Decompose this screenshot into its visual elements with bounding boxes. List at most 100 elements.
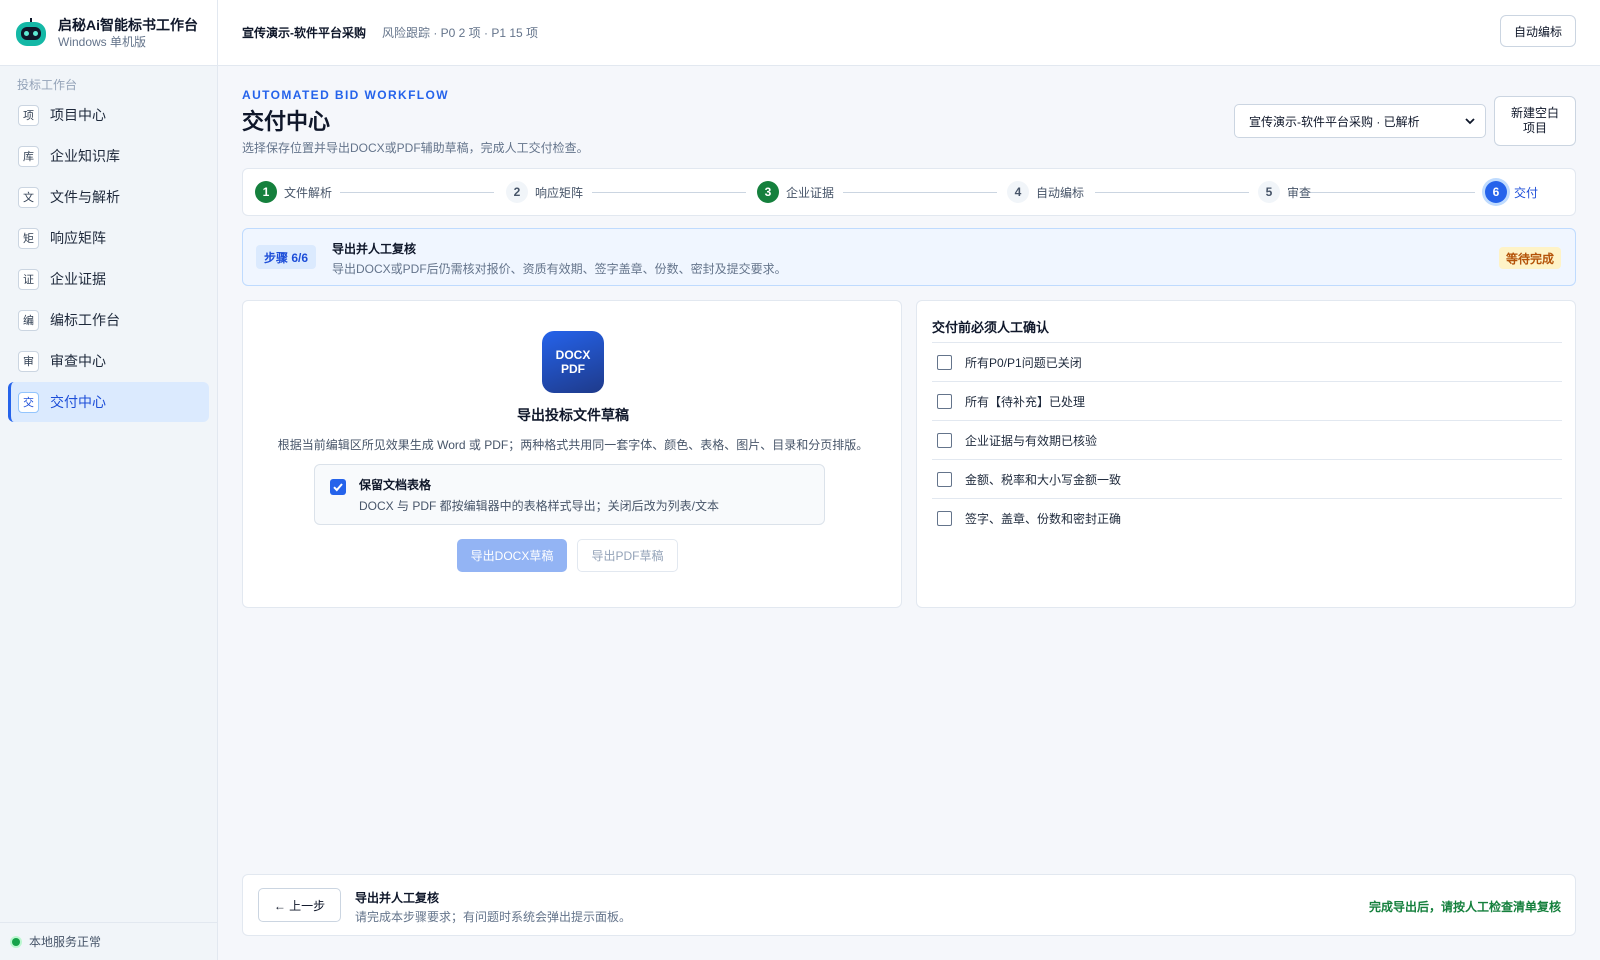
step-label: 交付 — [1514, 185, 1539, 200]
step-label: 自动编标 — [1036, 185, 1085, 200]
checklist: 所有P0/P1问题已关闭 所有【待补充】已处理 企业证据与有效期已核验 金额、税… — [932, 342, 1562, 538]
new-blank-project-button[interactable]: 新建空白项目 — [1494, 96, 1576, 146]
footer-description: 请完成本步骤要求；有问题时系统会弹出提示面板。 — [355, 910, 632, 924]
step-enterprise-evidence[interactable]: 3 企业证据 — [757, 181, 834, 203]
brand: 启秘Ai智能标书工作台 Windows 单机版 — [0, 0, 217, 66]
step-review[interactable]: 5 审查 — [1258, 181, 1311, 203]
step-chip: 步骤 6/6 — [256, 245, 317, 269]
current-project-name: 宣传演示-软件平台采购 — [242, 26, 366, 40]
sidebar-item-enterprise-evidence[interactable]: 证 企业证据 — [8, 259, 209, 299]
checkbox[interactable] — [937, 432, 952, 448]
checkbox[interactable] — [937, 471, 952, 487]
step-file-parsing[interactable]: 1 文件解析 — [255, 181, 332, 203]
checkbox[interactable] — [937, 511, 952, 526]
robot-logo-icon — [16, 17, 46, 48]
checklist-item-label: 所有【待补充】已处理 — [965, 394, 1086, 409]
sidebar-item-label: 审查中心 — [50, 353, 106, 369]
sidebar-item-project-center[interactable]: 项 项目中心 — [8, 95, 209, 135]
keep-tables-description: DOCX 与 PDF 都按编辑器中的表格样式导出；关闭后改为列表/文本 — [359, 499, 720, 513]
project-select[interactable]: 宣传演示-软件平台采购 · 已解析 — [1234, 104, 1486, 138]
checklist-item-label: 金额、税率和大小写金额一致 — [965, 472, 1122, 487]
sidebar-item-label: 交付中心 — [50, 394, 106, 410]
checkbox[interactable] — [937, 354, 952, 370]
checkbox[interactable] — [937, 393, 952, 409]
checklist-item[interactable]: 企业证据与有效期已核验 — [932, 421, 1562, 460]
docx-pdf-file-icon: DOCX PDF — [542, 331, 604, 393]
export-docx-button[interactable]: 导出DOCX草稿 — [457, 539, 567, 572]
sidebar: 启秘Ai智能标书工作台 Windows 单机版 投标工作台 项 项目中心 库 企… — [0, 0, 218, 960]
step-number: 5 — [1258, 181, 1280, 203]
step-label: 响应矩阵 — [535, 185, 584, 200]
sidebar-item-files-parsing[interactable]: 文 文件与解析 — [8, 177, 209, 217]
checklist-item[interactable]: 签字、盖章、份数和密封正确 — [932, 499, 1562, 538]
status-dot-icon — [12, 937, 20, 946]
checklist-item[interactable]: 所有P0/P1问题已关闭 — [932, 343, 1562, 382]
auto-edit-button[interactable]: 自动编标 — [1499, 15, 1576, 47]
checklist-item[interactable]: 金额、税率和大小写金额一致 — [932, 460, 1562, 499]
keep-tables-label: 保留文档表格 — [359, 478, 432, 492]
app-title: 启秘Ai智能标书工作台 — [58, 16, 198, 33]
banner-description: 导出DOCX或PDF后仍需核对报价、资质有效期、签字盖章、份数、密封及提交要求。 — [332, 262, 787, 276]
check-icon — [333, 483, 343, 492]
nav-badge-icon: 文 — [18, 186, 39, 208]
keep-tables-checkbox[interactable] — [330, 479, 346, 495]
sidebar-item-label: 企业知识库 — [50, 148, 120, 164]
step-number: 4 — [1007, 181, 1029, 203]
step-connector — [340, 192, 494, 193]
step-number: 2 — [506, 181, 528, 203]
step-footer: ← 上一步 导出并人工复核 请完成本步骤要求；有问题时系统会弹出提示面板。 完成… — [242, 874, 1576, 936]
nav-badge-icon: 项 — [18, 104, 39, 126]
checklist-item-label: 所有P0/P1问题已关闭 — [965, 355, 1082, 370]
nav-badge-icon: 证 — [18, 268, 39, 290]
nav-section-label: 投标工作台 — [17, 78, 78, 92]
sidebar-item-delivery-center[interactable]: 交 交付中心 — [8, 382, 209, 422]
export-card: DOCX PDF 导出投标文件草稿 根据当前编辑区所见效果生成 Word 或 P… — [242, 300, 902, 608]
step-connector — [1095, 192, 1249, 193]
step-number: 6 — [1485, 181, 1507, 203]
step-number: 1 — [255, 181, 277, 203]
file-icon-text: PDF — [561, 362, 585, 376]
footer-title: 导出并人工复核 — [355, 891, 440, 905]
step-banner: 步骤 6/6 导出并人工复核 导出DOCX或PDF后仍需核对报价、资质有效期、签… — [242, 228, 1576, 286]
sidebar-item-review-center[interactable]: 审 审查中心 — [8, 341, 209, 381]
nav-badge-icon: 矩 — [18, 227, 39, 249]
status-badge: 等待完成 — [1498, 247, 1561, 269]
step-connector — [843, 192, 997, 193]
footer-hint: 完成导出后，请按人工检查清单复核 — [1368, 900, 1561, 914]
checklist-card: 交付前必须人工确认 所有P0/P1问题已关闭 所有【待补充】已处理 企业证据与有… — [916, 300, 1576, 608]
sidebar-item-label: 文件与解析 — [50, 189, 120, 205]
step-response-matrix[interactable]: 2 响应矩阵 — [506, 181, 583, 203]
sidebar-item-label: 项目中心 — [50, 107, 106, 123]
step-auto-edit[interactable]: 4 自动编标 — [1007, 181, 1084, 203]
service-status: 本地服务正常 — [0, 922, 217, 960]
sidebar-item-editing-workbench[interactable]: 编 编标工作台 — [8, 300, 209, 340]
page-description: 选择保存位置并导出DOCX或PDF辅助草稿，完成人工交付检查。 — [242, 141, 589, 155]
export-title: 导出投标文件草稿 — [517, 407, 629, 423]
app-subtitle: Windows 单机版 — [58, 34, 147, 49]
nav-badge-icon: 库 — [18, 145, 39, 167]
chevron-down-icon — [1465, 118, 1475, 125]
nav-badge-icon: 审 — [18, 350, 39, 372]
step-connector — [592, 192, 746, 193]
checklist-title: 交付前必须人工确认 — [932, 320, 1050, 335]
sidebar-item-response-matrix[interactable]: 矩 响应矩阵 — [8, 218, 209, 258]
export-description: 根据当前编辑区所见效果生成 Word 或 PDF；两种格式共用同一套字体、颜色、… — [277, 438, 869, 452]
page-title: 交付中心 — [242, 109, 331, 134]
step-label: 企业证据 — [786, 185, 835, 200]
step-delivery[interactable]: 6 交付 — [1485, 181, 1538, 203]
workflow-stepper: 1 文件解析 2 响应矩阵 3 企业证据 4 自动编标 5 审查 6 交付 — [242, 168, 1576, 216]
sidebar-item-label: 响应矩阵 — [50, 230, 106, 246]
checklist-item[interactable]: 所有【待补充】已处理 — [932, 382, 1562, 421]
previous-step-button[interactable]: ← 上一步 — [258, 888, 341, 922]
export-pdf-button[interactable]: 导出PDF草稿 — [577, 539, 678, 572]
step-connector — [1301, 192, 1475, 193]
nav-badge-icon: 交 — [18, 391, 39, 413]
service-status-text: 本地服务正常 — [29, 935, 102, 949]
step-label: 文件解析 — [284, 185, 333, 200]
risk-summary: 风险跟踪 · P0 2 项 · P1 15 项 — [382, 26, 539, 40]
page-eyebrow: AUTOMATED BID WORKFLOW — [242, 88, 449, 102]
sidebar-item-knowledge-base[interactable]: 库 企业知识库 — [8, 136, 209, 176]
topbar: 宣传演示-软件平台采购 风险跟踪 · P0 2 项 · P1 15 项 自动编标 — [218, 0, 1600, 66]
step-label: 审查 — [1287, 185, 1312, 200]
sidebar-item-label: 企业证据 — [50, 271, 106, 287]
